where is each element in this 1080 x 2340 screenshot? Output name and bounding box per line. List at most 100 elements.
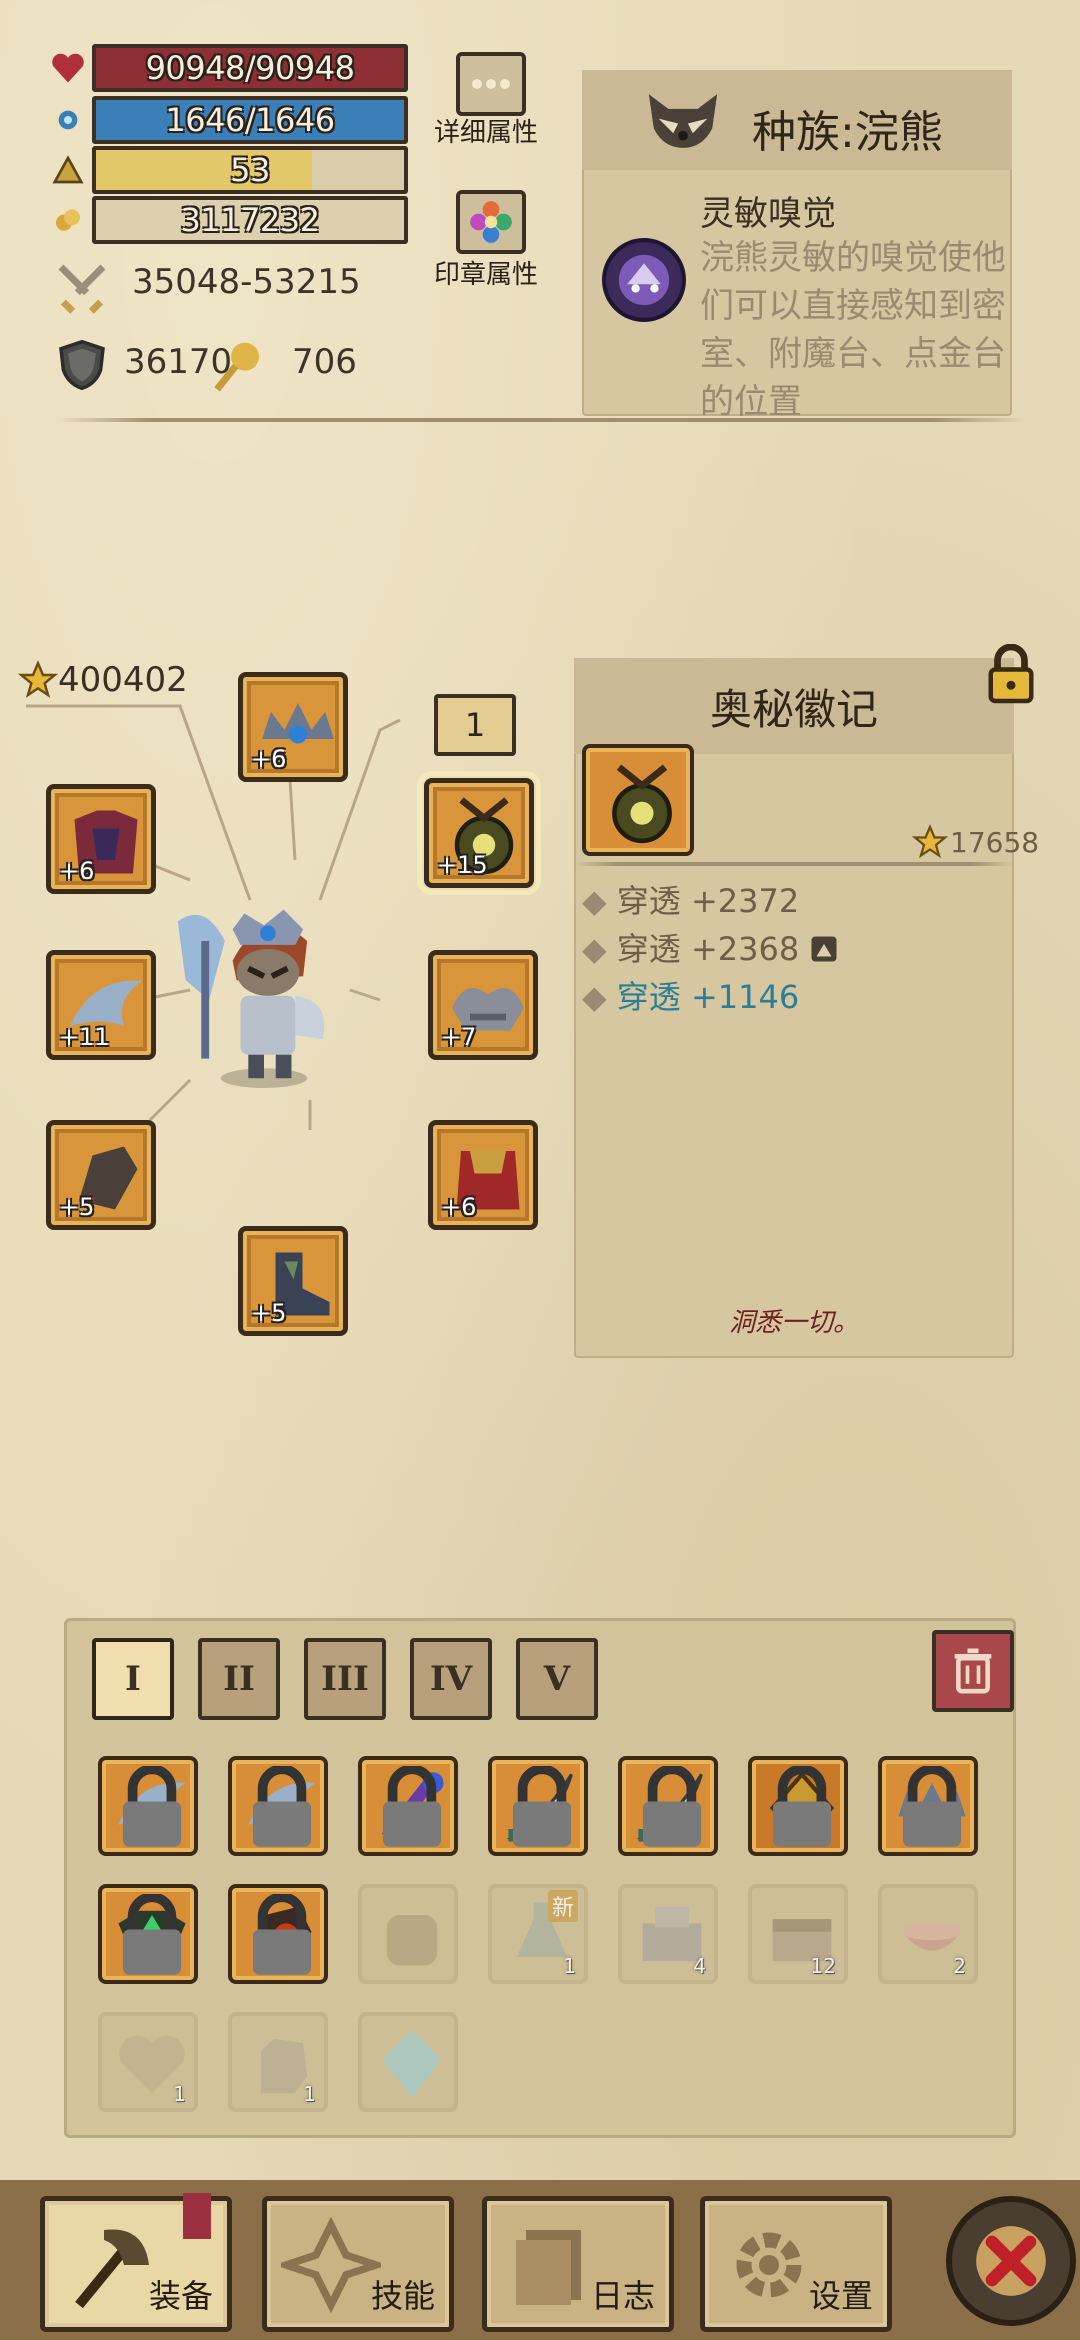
equip-level: +11: [59, 1023, 110, 1051]
item-flavor-text: 洞悉一切。: [728, 1308, 859, 1338]
inventory-item[interactable]: [488, 1756, 588, 1856]
detail-attributes-button[interactable]: [456, 52, 526, 116]
inventory-item[interactable]: [98, 1884, 198, 1984]
inventory-tab-4[interactable]: IV: [410, 1638, 492, 1720]
level-triangle-icon: [52, 155, 84, 184]
heart-icon: [52, 53, 84, 83]
attr-value: +1146: [690, 978, 800, 1016]
item-title: 奥秘徽记: [709, 685, 878, 734]
lock-icon: [122, 1766, 182, 1847]
equip-level: +7: [441, 1023, 477, 1051]
inventory-item[interactable]: [748, 1756, 848, 1856]
item-count: 12: [810, 1954, 836, 1978]
inventory-tab-5[interactable]: V: [516, 1638, 598, 1720]
mp-stat: 1646/1646: [50, 96, 408, 144]
more-dots-icon: [472, 79, 510, 89]
gold-stat: 3117232: [50, 196, 408, 244]
inventory-item[interactable]: [358, 1756, 458, 1856]
equip-slot-shoulder[interactable]: +7: [428, 950, 538, 1060]
journal-icon: [516, 2230, 581, 2305]
equip-level: +6: [441, 1193, 477, 1221]
nav-settings[interactable]: 设置: [700, 2196, 892, 2332]
inventory-tab-3[interactable]: III: [304, 1638, 386, 1720]
gold-coins-icon: [56, 209, 80, 231]
equip-level: +6: [59, 857, 95, 885]
close-icon: [976, 2226, 1046, 2296]
nav-skills[interactable]: 技能: [262, 2196, 454, 2332]
equip-slot-offhand[interactable]: +11: [46, 950, 156, 1060]
crystal-icon: [382, 2030, 442, 2098]
equip-level: +15: [437, 851, 488, 879]
equip-slot-helmet[interactable]: +6: [238, 672, 348, 782]
equip-slot-chest[interactable]: +6: [46, 784, 156, 894]
inventory-item[interactable]: [228, 1884, 328, 1984]
equipment-power: 400402: [58, 660, 188, 700]
gold-bar: 3117232: [92, 196, 408, 244]
inventory-item[interactable]: [878, 1756, 978, 1856]
hp-stat: 90948/90948: [50, 44, 408, 92]
inventory-consumable[interactable]: 1: [228, 2012, 328, 2112]
detail-attributes-label[interactable]: 详细属性: [416, 112, 556, 149]
nav-equipment-label: 装备: [148, 2277, 213, 2315]
star-icon: [18, 660, 58, 698]
lock-icon: [772, 1766, 832, 1847]
nav-skills-label: 技能: [370, 2277, 435, 2315]
inventory-tab-2[interactable]: II: [198, 1638, 280, 1720]
item-count: 1: [563, 1954, 576, 1978]
close-button[interactable]: [946, 2196, 1076, 2326]
item-count: 1: [303, 2082, 316, 2106]
lock-icon[interactable]: [984, 644, 1038, 704]
discard-button[interactable]: [932, 1630, 1014, 1712]
crossed-swords-icon: [58, 264, 106, 314]
section-divider: [56, 418, 1026, 422]
inventory-tab-1[interactable]: I: [92, 1638, 174, 1720]
level-value: 53: [230, 151, 270, 189]
inventory-consumable[interactable]: 12: [748, 1884, 848, 1984]
hp-bar: 90948/90948: [92, 44, 408, 92]
inventory-consumable[interactable]: [358, 1884, 458, 1984]
equip-set-index[interactable]: 1: [434, 694, 516, 756]
inventory-consumable[interactable]: [358, 2012, 458, 2112]
inventory-item[interactable]: [618, 1756, 718, 1856]
equip-slot-gloves[interactable]: +5: [46, 1120, 156, 1230]
race-panel: 种族:浣熊 灵敏嗅觉 浣熊灵敏的嗅觉使他们可以直接感知到密室、附魔台、点金台的位…: [582, 70, 1012, 422]
hero-character: [177, 909, 325, 1088]
equip-level: +5: [59, 1193, 95, 1221]
attr-value: +2372: [690, 882, 800, 920]
lock-icon: [252, 1766, 312, 1847]
trash-icon: [954, 1648, 992, 1694]
item-attribute-row: ◆ 穿透 +2372: [582, 882, 800, 920]
attr-name: 穿透: [616, 882, 681, 920]
equip-slot-cape[interactable]: +6: [428, 1120, 538, 1230]
race-title: 种族:浣熊: [752, 107, 943, 158]
gold-value: 3117232: [180, 201, 320, 239]
equip-slot-boots[interactable]: +5: [238, 1226, 348, 1336]
nav-equipment[interactable]: 装备: [40, 2193, 232, 2332]
inventory-consumable[interactable]: 新 1: [488, 1884, 588, 1984]
seal-attributes-button[interactable]: [456, 190, 526, 254]
inventory-item[interactable]: [228, 1756, 328, 1856]
lock-icon: [642, 1766, 702, 1847]
gear-icon: [736, 2232, 802, 2298]
seal-flower-icon: [470, 201, 512, 243]
hp-value: 90948/90948: [145, 49, 355, 87]
item-score: 17658: [950, 826, 1040, 859]
item-divider: [574, 862, 1014, 866]
mana-icon: [58, 110, 78, 130]
item-detail-panel: 奥秘徽记 17658 ◆ 穿透 +2372 ◆ 穿透 +2368 ◆ 穿透 +1…: [574, 658, 1039, 1358]
item-count: 4: [693, 1954, 706, 1978]
inventory-consumable[interactable]: 1: [98, 2012, 198, 2112]
equip-slot-amulet[interactable]: +15: [417, 771, 541, 895]
lock-icon: [512, 1766, 572, 1847]
keen-smell-skill-icon: [602, 238, 686, 322]
inventory-item[interactable]: [98, 1756, 198, 1856]
item-count: 2: [953, 1954, 966, 1978]
nav-journal[interactable]: 日志: [482, 2196, 674, 2332]
inventory-consumable[interactable]: 4: [618, 1884, 718, 1984]
inventory-consumable[interactable]: 2: [878, 1884, 978, 1984]
seal-attributes-label[interactable]: 印章属性: [416, 254, 556, 291]
seal-socket-icon: [811, 936, 837, 962]
talent-description: 浣熊灵敏的嗅觉使他们可以直接感知到密室、附魔台、点金台的位置: [700, 238, 1006, 422]
item-attribute-row: ◆ 穿透 +1146: [582, 978, 800, 1016]
bookmark-ribbon: [183, 2193, 211, 2239]
